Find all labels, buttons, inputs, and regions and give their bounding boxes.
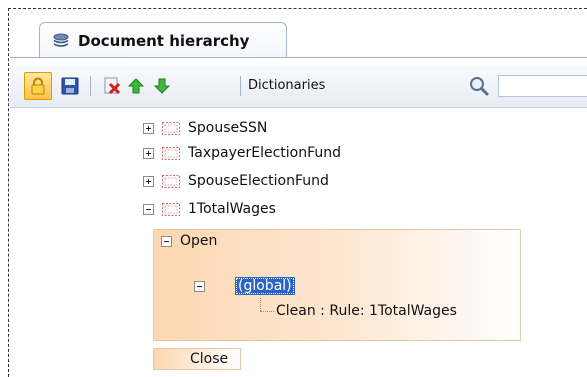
close-node[interactable]: Close <box>153 348 241 370</box>
toolbar-separator <box>90 76 91 96</box>
tree-item-label: SpouseSSN <box>188 120 268 136</box>
global-node[interactable]: (global) <box>194 275 295 297</box>
collapse-icon[interactable] <box>194 280 205 292</box>
field-icon <box>162 121 180 135</box>
tree-item-label: SpouseElectionFund <box>188 173 329 189</box>
lock-button[interactable] <box>24 72 52 100</box>
open-node[interactable]: Open <box>161 230 217 252</box>
tree-item-label: 1TotalWages <box>188 201 276 217</box>
tree-item-label: TaxpayerElectionFund <box>188 145 342 161</box>
expand-icon[interactable] <box>143 122 154 134</box>
toolbar-separator <box>240 76 241 96</box>
move-up-button[interactable] <box>122 72 150 100</box>
lock-icon <box>31 77 45 95</box>
tree-connector <box>260 298 261 311</box>
arrow-up-icon <box>127 78 145 94</box>
document-hierarchy-window: Document hierarchy Dictionaries SpouseSS… <box>0 0 587 377</box>
dictionaries-button[interactable]: Dictionaries <box>248 78 325 93</box>
close-label: Close <box>190 351 229 367</box>
tree-item-1totalwages[interactable]: 1TotalWages <box>143 198 276 220</box>
field-icon <box>162 174 180 188</box>
tree-item-taxpayerelectionfund[interactable]: TaxpayerElectionFund <box>143 142 341 164</box>
save-icon <box>61 77 79 95</box>
dashed-border-top <box>8 8 587 9</box>
toolbar: Dictionaries <box>10 66 587 108</box>
collapse-icon[interactable] <box>161 235 172 247</box>
move-down-button[interactable] <box>148 72 176 100</box>
dashed-border-left <box>8 8 9 377</box>
expand-icon[interactable] <box>143 147 154 159</box>
save-button[interactable] <box>56 72 84 100</box>
tab-underline <box>10 57 587 58</box>
tab-document-hierarchy[interactable]: Document hierarchy <box>39 22 287 58</box>
search-input[interactable] <box>498 75 587 97</box>
search-icon[interactable] <box>468 75 490 97</box>
tree-item-spousessn[interactable]: SpouseSSN <box>143 117 267 139</box>
tab-title: Document hierarchy <box>78 31 250 50</box>
open-label: Open <box>180 233 218 249</box>
delete-icon <box>104 77 121 95</box>
field-icon <box>162 202 180 216</box>
rule-node[interactable]: Clean : Rule: 1TotalWages <box>276 300 457 322</box>
collapse-icon[interactable] <box>143 203 154 215</box>
global-label: (global) <box>235 277 295 295</box>
tree-connector <box>260 311 274 312</box>
tree-item-spouseelectionfund[interactable]: SpouseElectionFund <box>143 170 329 192</box>
field-icon <box>162 146 180 160</box>
expand-icon[interactable] <box>143 175 154 187</box>
layers-icon <box>53 33 69 47</box>
rule-label: Clean : Rule: 1TotalWages <box>276 303 457 319</box>
arrow-down-icon <box>153 78 171 94</box>
